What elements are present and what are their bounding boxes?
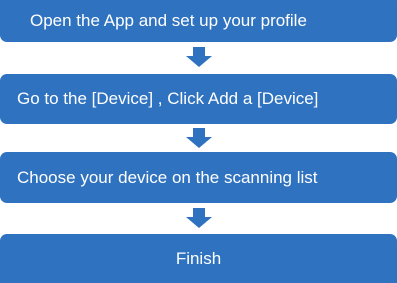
down-arrow-icon (186, 47, 212, 67)
step-finish-label: Finish (175, 248, 222, 268)
step-open-app-box: Open the App and set up your profile (0, 0, 397, 42)
step-finish-box: Finish (0, 234, 397, 283)
down-arrow-icon (186, 208, 212, 228)
step-open-app-label: Open the App and set up your profile (30, 11, 307, 30)
step-add-device-label: Go to the [Device] , Click Add a [Device… (17, 89, 319, 108)
down-arrow-icon (186, 128, 212, 148)
step-choose-device-box: Choose your device on the scanning list (0, 152, 397, 203)
step-add-device-box: Go to the [Device] , Click Add a [Device… (0, 74, 397, 124)
step-choose-device-label: Choose your device on the scanning list (17, 167, 318, 187)
